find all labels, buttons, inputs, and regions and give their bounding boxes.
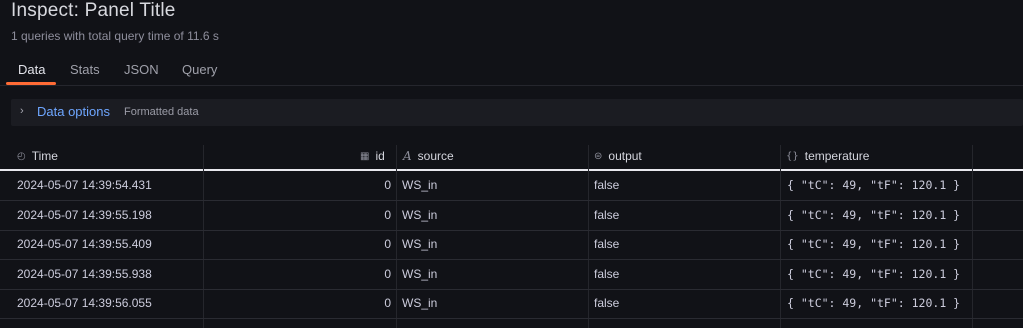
table-row[interactable]: 2024-05-07 14:39:55.198 0 WS_in false { "tC"… xyxy=(0,201,1023,230)
cell-source: WS_in xyxy=(402,296,438,310)
cell-output: false xyxy=(594,266,620,281)
cell-temperature: { "tC": 49, "tF": 120.1 } xyxy=(787,266,961,281)
cell-output: false xyxy=(594,178,620,192)
cell-time: 2024-05-07 14:39:54.431 xyxy=(17,178,152,192)
toggle-icon: ⊜ xyxy=(594,150,603,162)
column-header-output[interactable]: ⊜ output xyxy=(594,149,642,163)
chevron-right-icon: › xyxy=(20,105,24,117)
tab-data[interactable]: Data xyxy=(18,62,45,77)
column-header-id[interactable]: ▦ id xyxy=(360,149,385,163)
data-options-toggle[interactable]: › Data options Formatted data xyxy=(11,99,1023,126)
data-options-title[interactable]: Data options xyxy=(37,104,110,119)
cell-temperature: { "tC": 49, "tF": 120.1 } xyxy=(787,237,961,251)
table-row[interactable]: 2024-05-07 14:39:55.938 0 WS_in false { "tC"… xyxy=(0,260,1023,289)
string-icon: A xyxy=(403,149,412,163)
cell-output: false xyxy=(594,237,620,251)
cell-time: 2024-05-07 14:39:56.055 xyxy=(17,296,152,310)
cell-source: WS_in xyxy=(402,207,438,222)
cell-temperature: { "tC": 49, "tF": 120.1 } xyxy=(787,178,961,192)
braces-icon: {} xyxy=(786,150,799,162)
tab-query[interactable]: Query xyxy=(182,62,217,77)
cell-temperature: { "tC": 49, "tF": 120.1 } xyxy=(787,296,961,310)
tab-json[interactable]: JSON xyxy=(124,62,159,77)
column-header-temperature[interactable]: {} temperature xyxy=(786,149,869,163)
table-header: ◴ Time ▦ id A source ⊜ output {} tempera… xyxy=(0,145,1023,169)
cell-temperature: { "tC": 49, "tF": 120.1 } xyxy=(787,207,961,222)
table-row[interactable]: 2024-05-07 14:39:56.055 0 WS_in false { "tC"… xyxy=(0,289,1023,318)
column-header-source[interactable]: A source xyxy=(403,149,454,163)
tab-divider xyxy=(0,85,1023,86)
tab-bar: Data Stats JSON Query xyxy=(0,56,1023,86)
tab-stats[interactable]: Stats xyxy=(70,62,100,77)
cell-source: WS_in xyxy=(402,178,438,192)
cell-id: 0 xyxy=(384,237,391,251)
cell-id: 0 xyxy=(384,266,391,281)
cell-time: 2024-05-07 14:39:55.409 xyxy=(17,237,152,251)
cell-source: WS_in xyxy=(402,266,438,281)
cell-id: 0 xyxy=(384,207,391,222)
cell-time: 2024-05-07 14:39:55.938 xyxy=(17,266,152,281)
cell-time: 2024-05-07 14:39:55.198 xyxy=(17,207,152,222)
row-divider xyxy=(0,318,1023,319)
clock-icon: ◴ xyxy=(17,150,26,162)
column-header-time[interactable]: ◴ Time xyxy=(17,149,58,163)
data-table: ◴ Time ▦ id A source ⊜ output {} tempera… xyxy=(0,145,1023,328)
number-icon: ▦ xyxy=(360,150,370,162)
table-row[interactable]: 2024-05-07 14:39:55.409 0 WS_in false { "tC"… xyxy=(0,230,1023,259)
cell-output: false xyxy=(594,207,620,222)
table-row[interactable]: 2024-05-07 14:39:54.431 0 WS_in false { "tC"… xyxy=(0,171,1023,200)
cell-id: 0 xyxy=(384,296,391,310)
cell-id: 0 xyxy=(384,178,391,192)
inspect-drawer: Inspect: Panel Title 1 queries with tota… xyxy=(0,0,1023,328)
page-title: Inspect: Panel Title xyxy=(11,0,176,21)
data-options-description: Formatted data xyxy=(124,106,199,118)
cell-output: false xyxy=(594,296,620,310)
query-summary: 1 queries with total query time of 11.6 … xyxy=(11,29,219,43)
cell-source: WS_in xyxy=(402,237,438,251)
